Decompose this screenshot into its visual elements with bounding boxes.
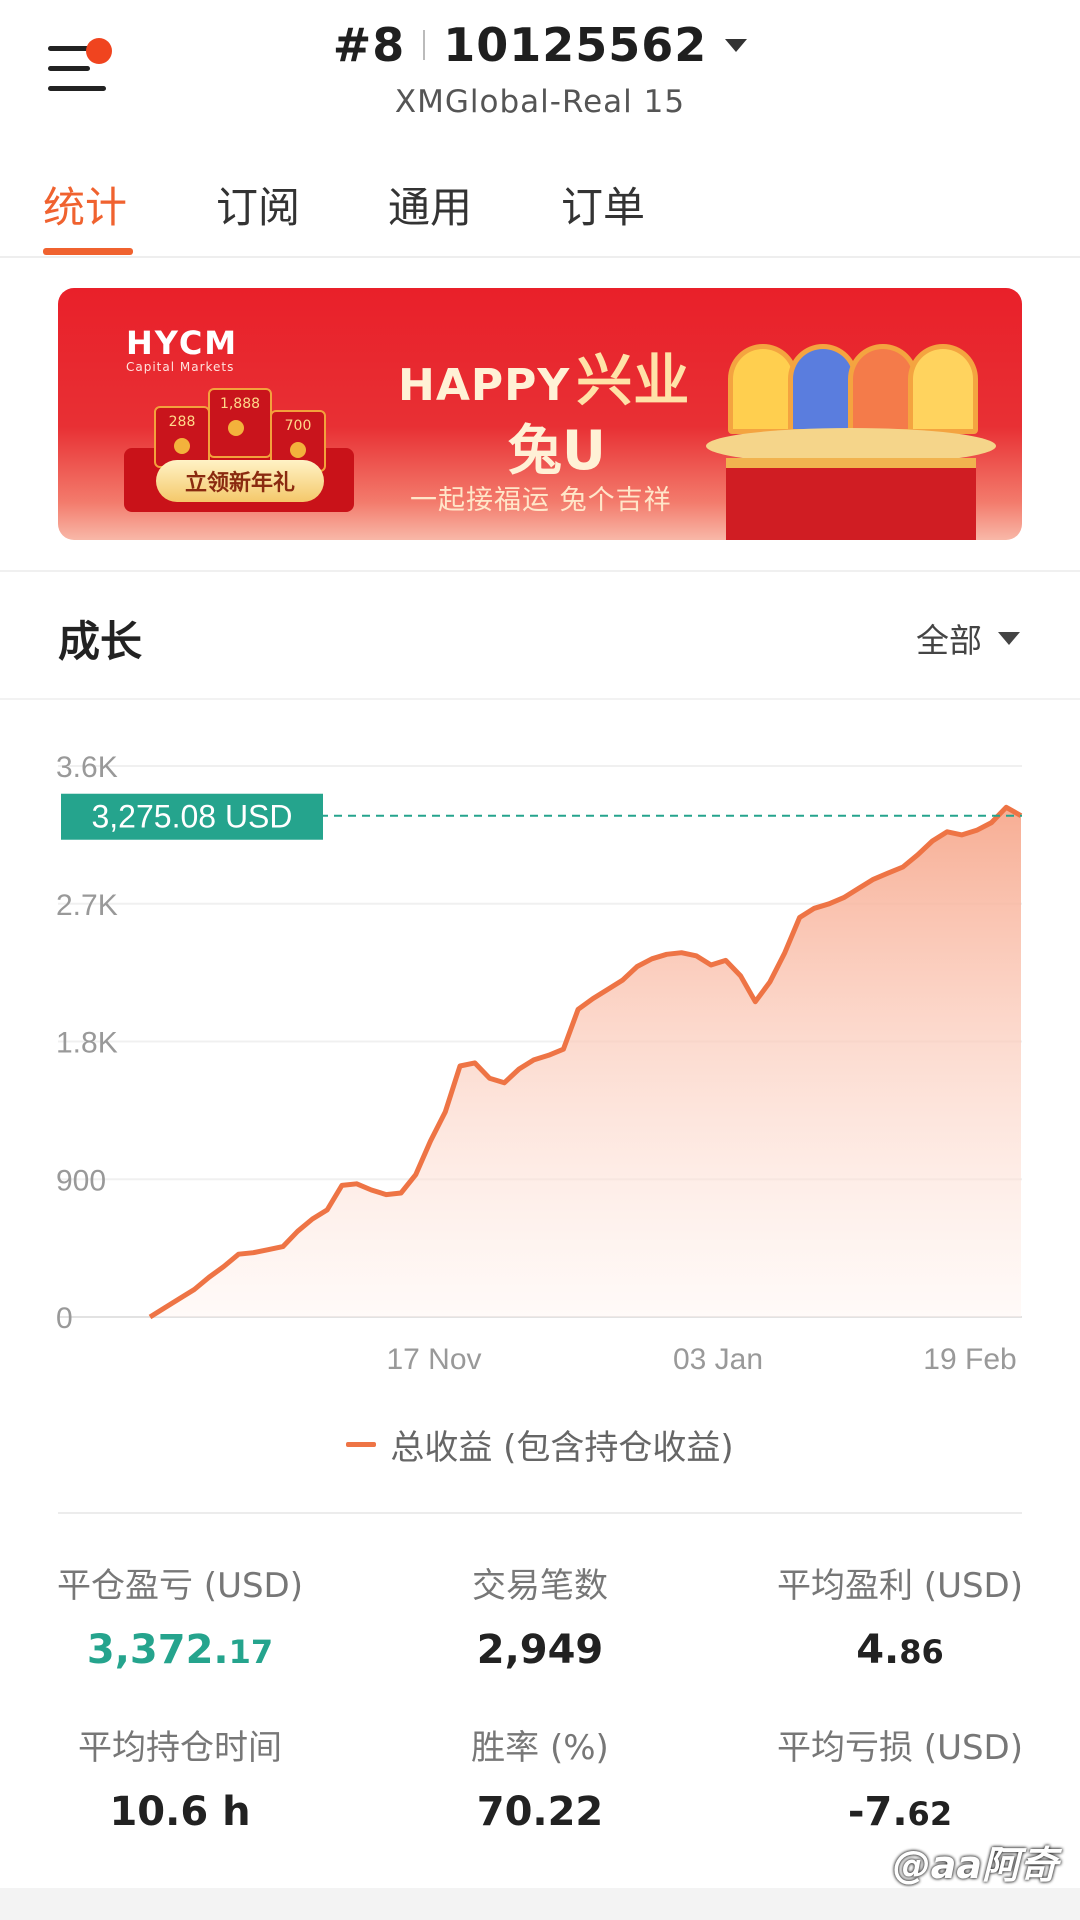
banner-logo: HYCM — [126, 324, 239, 362]
banner-logo-sub: Capital Markets — [126, 360, 235, 374]
chevron-down-icon[interactable] — [725, 38, 748, 52]
stat-label: 平仓盈亏 (USD) — [57, 1566, 303, 1606]
rabbit-card-icon — [908, 344, 978, 434]
account-number: 10125562 — [443, 18, 708, 72]
watermark: @aa阿奇 — [892, 1843, 1058, 1887]
x-tick-label: 17 Nov — [386, 1343, 481, 1376]
stat-value: 3,372.17 — [86, 1627, 274, 1673]
chevron-down-icon — [998, 631, 1020, 645]
promo-banner[interactable]: HYCM Capital Markets 288 1,888 700 立领新年礼… — [58, 288, 1022, 540]
series-area — [150, 807, 1021, 1317]
stat-closed-pnl: 平仓盈亏 (USD) 3,372.17 — [0, 1558, 360, 1673]
stat-value: 10.6 h — [109, 1789, 251, 1835]
section-divider — [58, 1512, 1022, 1514]
banner-slogan: 一起接福运 兔个吉祥 — [410, 485, 672, 516]
stat-win-rate: 胜率 (%) 70.22 — [360, 1720, 720, 1835]
legend-swatch — [346, 1442, 377, 1447]
y-tick-label: 2.7K — [56, 889, 118, 922]
banner-subheadline: 兔U — [508, 419, 606, 482]
stat-label: 交易笔数 — [472, 1566, 608, 1606]
stat-average-loss: 平均亏损 (USD) -7.62 — [720, 1720, 1080, 1835]
section-divider — [0, 570, 1080, 572]
account-separator — [423, 30, 426, 60]
growth-chart[interactable]: 3.6K 2.7K 1.8K 900 0 17 Nov 03 Jan 19 Feb 3,275… — [0, 700, 1080, 1400]
account-selector[interactable]: #8 10125562 XMGlobal-Real 15 — [0, 18, 1080, 120]
range-filter-label: 全部 — [916, 621, 982, 660]
podium — [726, 458, 976, 540]
red-envelope-icon: 1,888 — [208, 388, 272, 458]
stat-value: 2,949 — [476, 1627, 604, 1673]
stat-average-holding-time: 平均持仓时间 10.6 h — [0, 1720, 360, 1835]
banner-headline: HAPPY 兴业 — [398, 349, 691, 414]
red-envelope-icon: 288 — [154, 406, 210, 468]
stat-average-profit: 平均盈利 (USD) 4.86 — [720, 1558, 1080, 1673]
tab-bar: 统计 订阅 通用 订单 — [0, 168, 1080, 258]
account-prefix: #8 — [332, 18, 406, 72]
x-tick-label: 03 Jan — [673, 1343, 763, 1376]
range-filter-dropdown[interactable]: 全部 — [916, 614, 1020, 662]
y-tick-label: 3.6K — [56, 751, 118, 784]
current-value-label: 3,275.08 USD — [91, 799, 292, 835]
y-tick-label: 0 — [56, 1302, 73, 1335]
legend-label: 总收益 (包含持仓收益) — [390, 1428, 734, 1468]
stat-label: 平均亏损 (USD) — [777, 1728, 1023, 1768]
app-screen: #8 10125562 XMGlobal-Real 15 统计 订阅 通用 订单… — [0, 0, 1080, 1920]
active-tab-indicator — [43, 248, 133, 255]
server-name: XMGlobal-Real 15 — [394, 84, 686, 120]
stat-trade-count: 交易笔数 2,949 — [360, 1558, 720, 1673]
stat-label: 平均持仓时间 — [78, 1728, 282, 1768]
x-tick-label: 19 Feb — [923, 1343, 1016, 1376]
stat-label: 胜率 (%) — [471, 1728, 609, 1768]
tab-general[interactable]: 通用 — [388, 174, 472, 235]
stat-value: -7.62 — [847, 1789, 953, 1835]
banner-cta-button[interactable]: 立领新年礼 — [156, 460, 324, 502]
y-tick-label: 900 — [56, 1164, 106, 1197]
tab-statistics[interactable]: 统计 — [43, 174, 127, 235]
tab-subscription[interactable]: 订阅 — [216, 174, 300, 235]
tab-orders[interactable]: 订单 — [561, 174, 645, 235]
stat-label: 平均盈利 (USD) — [777, 1566, 1023, 1606]
growth-title: 成长 — [58, 617, 143, 666]
stat-value: 70.22 — [476, 1789, 604, 1835]
stat-value: 4.86 — [856, 1627, 944, 1673]
y-tick-label: 1.8K — [56, 1027, 118, 1060]
chart-legend: 总收益 (包含持仓收益) — [0, 1420, 1080, 1469]
bottom-strip — [0, 1888, 1080, 1920]
